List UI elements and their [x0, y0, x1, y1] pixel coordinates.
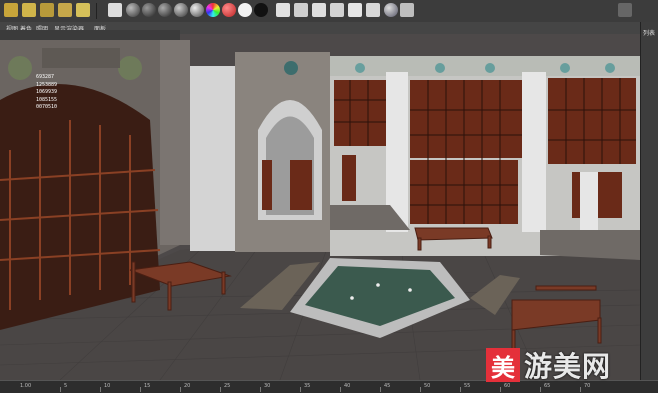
watermark-text: 游美网: [524, 350, 612, 383]
hud-stat-line: 693287: [36, 74, 55, 80]
left-ornament-2: [118, 56, 142, 80]
niche-door: [290, 160, 312, 210]
black-sphere-icon[interactable]: [254, 3, 268, 17]
timeline-mark: 60: [504, 383, 511, 389]
right-side-panel: [640, 22, 658, 392]
shelf-toolbar: [0, 0, 658, 23]
select-tool-icon[interactable]: [4, 3, 18, 17]
light-icon[interactable]: [348, 3, 362, 17]
red-sphere-icon[interactable]: [222, 3, 236, 17]
hypershade-icon[interactable]: [276, 3, 290, 17]
timeline-mark: 25: [224, 383, 231, 389]
sphere-material-icon[interactable]: [142, 3, 156, 17]
scale-tool-icon[interactable]: [76, 3, 90, 17]
scene-render: [0, 34, 641, 381]
left-ornament-1: [8, 56, 32, 80]
timeline-mark: 20: [184, 383, 191, 389]
window-upper-3: [548, 78, 636, 164]
toolbar-divider: [96, 3, 97, 19]
left-arch-window: [0, 84, 160, 330]
watermark-badge: 美: [486, 348, 520, 382]
hud-stat-line: 1253889: [36, 81, 58, 88]
timeline-mark: 10: [104, 383, 111, 389]
shader-ball-icon[interactable]: [384, 3, 398, 17]
sphere-icon[interactable]: [126, 3, 140, 17]
right-panel-label: 列表: [643, 30, 656, 37]
timeline-mark: 35: [304, 383, 311, 389]
settings-icon[interactable]: [400, 3, 414, 17]
hud-stat-line: 1085155: [36, 96, 58, 103]
niche-medallion: [284, 61, 298, 75]
color-picker-icon[interactable]: [206, 3, 220, 17]
rotate-tool-icon[interactable]: [58, 3, 72, 17]
render-icon[interactable]: [108, 3, 122, 17]
sphere-material-icon-4[interactable]: [190, 3, 204, 17]
hud-stats: 693287 1253889 1069939 1085155 0070510: [36, 74, 57, 112]
uv-editor-icon[interactable]: [330, 3, 344, 17]
timeline-mark: 15: [144, 383, 151, 389]
column-left: [160, 40, 190, 245]
sphere-material-icon-3[interactable]: [174, 3, 188, 17]
viewport[interactable]: 693287 1253889 1069939 1085155 0070510: [0, 34, 641, 381]
window-upper-2: [410, 80, 522, 158]
window-upper-1: [334, 80, 386, 146]
hud-stat-line: 1069939: [36, 89, 58, 95]
white-sphere-icon[interactable]: [238, 3, 252, 17]
move-tool-icon[interactable]: [40, 3, 54, 17]
timeline-start: 1.00: [20, 383, 32, 389]
camera-icon[interactable]: [366, 3, 380, 17]
timeline-mark: 50: [424, 383, 431, 389]
sphere-material-icon-2[interactable]: [158, 3, 172, 17]
render-view-icon[interactable]: [294, 3, 308, 17]
viewport-panel-toolbar: [0, 30, 180, 40]
watermark-logo: 美 游美网: [486, 348, 612, 383]
timeline-mark: 45: [384, 383, 391, 389]
timeline-mark: 40: [344, 383, 351, 389]
timeline-mark: 30: [264, 383, 271, 389]
hud-stat-line: 0070510: [36, 104, 58, 110]
texture-icon[interactable]: [312, 3, 326, 17]
timeline-mark: 5: [64, 383, 68, 389]
help-icon[interactable]: [618, 3, 632, 17]
lasso-tool-icon[interactable]: [22, 3, 36, 17]
white-pillar: [190, 66, 235, 251]
timeline-mark: 55: [464, 383, 471, 389]
